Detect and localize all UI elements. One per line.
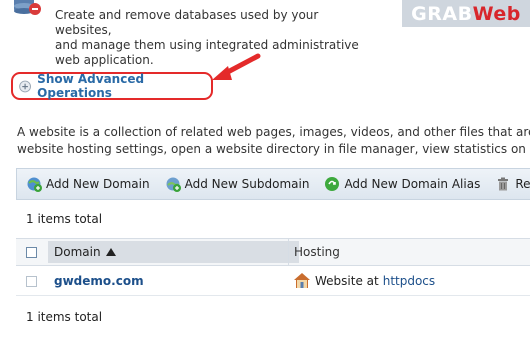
add-new-domain-alias-button[interactable]: Add New Domain Alias: [315, 169, 486, 199]
add-new-domain-label: Add New Domain: [46, 177, 150, 191]
httpdocs-link[interactable]: httpdocs: [383, 274, 435, 288]
column-header-domain[interactable]: Domain: [48, 241, 299, 263]
items-total-top: 1 items total: [26, 212, 103, 226]
domain-link[interactable]: gwdemo.com: [54, 274, 144, 288]
database-icon: [14, 0, 41, 15]
show-advanced-operations-link[interactable]: Show Advanced Operations: [11, 72, 213, 100]
grabweb-watermark: GRAB Web: [402, 0, 530, 27]
hosting-prefix: Website at: [315, 273, 379, 288]
add-new-domain-alias-label: Add New Domain Alias: [344, 177, 481, 191]
sort-ascending-icon: [105, 248, 116, 256]
table-header: Domain Hosting: [16, 238, 530, 266]
column-divider: [288, 239, 289, 265]
domains-toolbar: Add New Domain Add New Subdomain Add New…: [16, 168, 530, 200]
websites-description: A website is a collection of related web…: [17, 125, 530, 156]
add-domain-icon: [27, 177, 42, 192]
add-subdomain-icon: [166, 177, 181, 192]
expand-plus-icon: [19, 80, 31, 92]
website-home-icon: [294, 273, 310, 288]
add-domain-alias-icon: [325, 177, 340, 191]
column-domain-label: Domain: [54, 245, 101, 259]
remove-button[interactable]: Remo: [486, 169, 530, 199]
advanced-operations-label: Show Advanced Operations: [37, 72, 145, 100]
remove-label: Remo: [515, 177, 530, 191]
red-arrow-icon: [212, 53, 261, 80]
add-new-subdomain-label: Add New Subdomain: [184, 177, 310, 191]
items-total-bottom: 1 items total: [26, 310, 103, 324]
select-all-checkbox[interactable]: [26, 247, 37, 258]
column-header-hosting[interactable]: Hosting: [294, 245, 340, 259]
hosting-cell: Website at httpdocs: [294, 273, 435, 288]
table-row: gwdemo.com Website at httpdocs: [16, 268, 530, 296]
trash-icon: [498, 177, 509, 191]
add-new-subdomain-button[interactable]: Add New Subdomain: [156, 169, 316, 199]
row-checkbox[interactable]: [26, 276, 37, 287]
add-new-domain-button[interactable]: Add New Domain: [17, 169, 156, 199]
